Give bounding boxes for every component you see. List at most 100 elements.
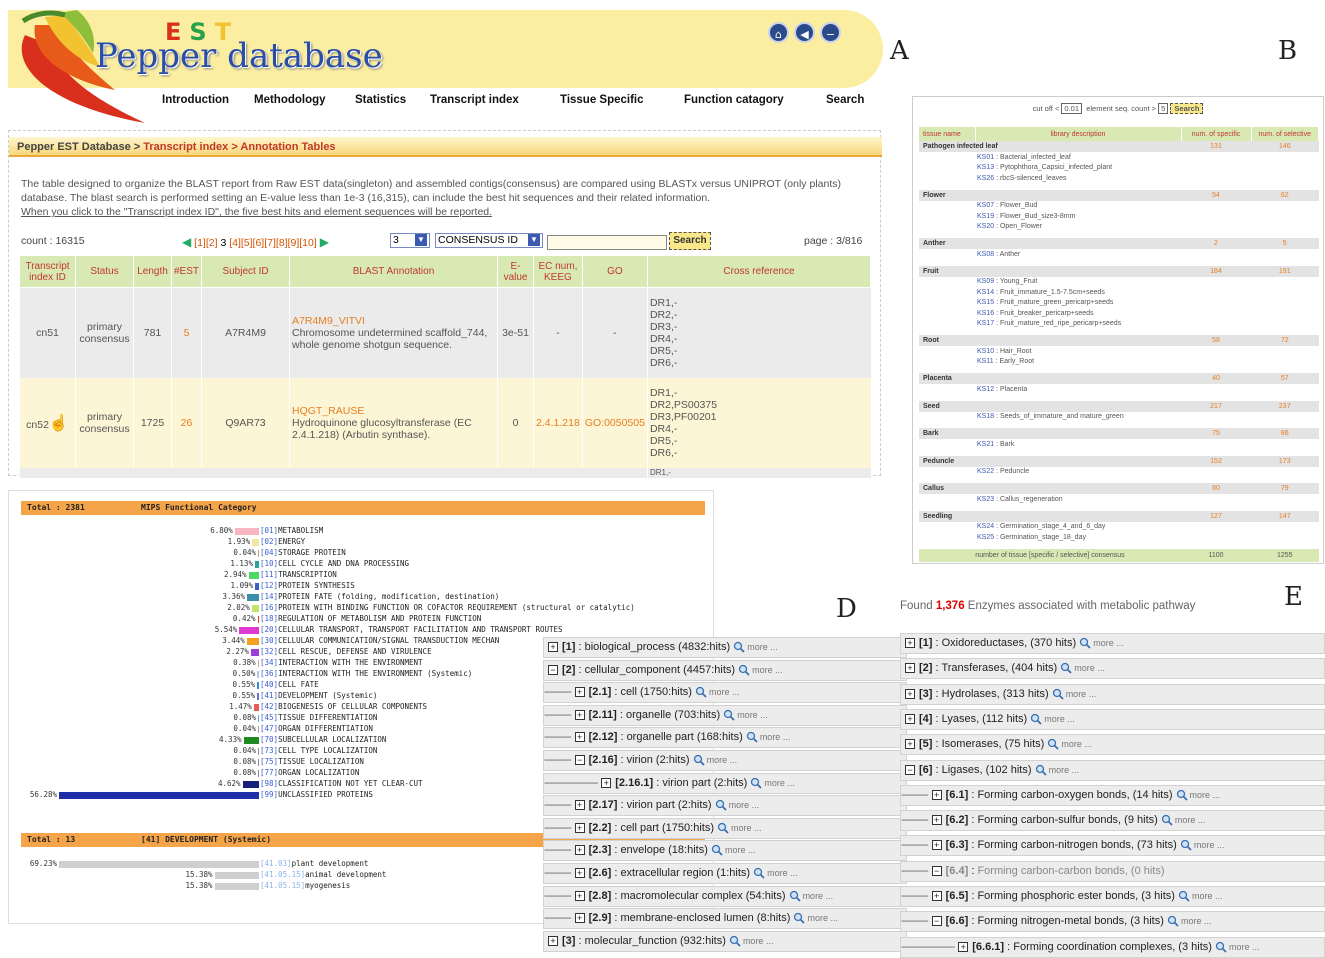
node-label[interactable]: Transferases, (404 hits)	[941, 662, 1057, 674]
expand-icon[interactable]: +	[905, 713, 915, 724]
mips-label[interactable]: [10]CELL CYCLE AND DNA PROCESSING	[260, 559, 409, 568]
est-count-link[interactable]: 5	[170, 287, 202, 378]
page-select[interactable]: 3 ▼	[390, 233, 430, 248]
magnifier-icon[interactable]	[750, 777, 763, 789]
menu-methodology[interactable]: Methodology	[254, 94, 326, 106]
node-label[interactable]: Forming carbon-carbon bonds, (0 hits)	[977, 865, 1164, 877]
mips-label[interactable]: [16]PROTEIN WITH BINDING FUNCTION OR COF…	[260, 603, 635, 612]
col-header[interactable]: Cross reference	[646, 255, 872, 288]
expand-icon[interactable]: +	[574, 913, 585, 924]
magnifier-icon[interactable]	[789, 890, 801, 902]
node-label[interactable]: cellular_component (4457:hits)	[585, 664, 735, 676]
selective-count[interactable]: 191	[1251, 265, 1319, 277]
more-link[interactable]: more ...	[707, 755, 738, 765]
magnifier-icon[interactable]	[715, 799, 727, 811]
magnifier-icon[interactable]	[695, 686, 707, 698]
expand-icon[interactable]: +	[931, 815, 942, 826]
expand-icon[interactable]: +	[574, 709, 585, 720]
breadcrumb-transcript-index[interactable]: Transcript index	[143, 141, 228, 153]
menu-transcript-index[interactable]: Transcript index	[430, 94, 519, 106]
magnifier-icon[interactable]	[1167, 915, 1179, 928]
node-label[interactable]: extracellular region (1:hits)	[620, 867, 750, 879]
expand-icon[interactable]: +	[574, 800, 585, 811]
node-label[interactable]: virion part (2:hits)	[662, 777, 747, 789]
breadcrumb-root[interactable]: Pepper EST Database	[17, 141, 131, 153]
mips-label[interactable]: [02]ENERGY	[260, 537, 305, 546]
selective-count[interactable]: 72	[1251, 335, 1319, 346]
mips-label[interactable]: [01]METABOLISM	[260, 526, 323, 535]
mips-label[interactable]: [18]REGULATION OF METABOLISM AND PROTEIN…	[260, 614, 481, 623]
node-label[interactable]: Forming carbon-oxygen bonds, (14 hits)	[977, 789, 1172, 801]
magnifier-icon[interactable]	[738, 664, 750, 676]
blast-hit-link[interactable]: HQGT_RAUSE	[292, 405, 495, 417]
go-link[interactable]: GO:0050505	[581, 377, 648, 468]
more-link[interactable]: more ...	[1061, 739, 1092, 749]
expand-icon[interactable]: +	[574, 868, 585, 879]
tissue-search-button[interactable]: Search	[1170, 103, 1204, 114]
node-label[interactable]: Forming carbon-sulfur bonds, (9 hits)	[977, 814, 1157, 826]
node-label[interactable]: Forming nitrogen-metal bonds, (3 hits)	[977, 915, 1163, 927]
collapse-icon[interactable]: −	[931, 865, 942, 876]
collapse-icon[interactable]: −	[931, 916, 942, 927]
specific-count[interactable]: 58	[1181, 335, 1251, 346]
more-link[interactable]: more ...	[1229, 942, 1260, 952]
search-input[interactable]	[547, 235, 667, 250]
mips-label[interactable]: [04]STORAGE PROTEIN	[260, 548, 346, 557]
more-link[interactable]: more ...	[1175, 815, 1206, 825]
mips-label[interactable]: [45]TISSUE DIFFERENTIATION	[260, 713, 377, 722]
specific-count[interactable]: 217	[1181, 400, 1251, 412]
more-link[interactable]: more ...	[1049, 765, 1080, 775]
more-link[interactable]: more ...	[764, 778, 795, 788]
magnifier-icon[interactable]	[693, 754, 705, 766]
selective-count[interactable]: 146	[1251, 141, 1319, 152]
specific-count[interactable]: 40	[1181, 373, 1251, 384]
expand-icon[interactable]: +	[574, 822, 585, 833]
selective-count[interactable]: 57	[1251, 373, 1319, 384]
col-header[interactable]: Subject ID	[201, 255, 291, 288]
node-label[interactable]: Forming carbon-nitrogen bonds, (73 hits)	[977, 839, 1176, 851]
mips-label[interactable]: [11]TRANSCRIPTION	[260, 570, 337, 579]
node-label[interactable]: Forming phosphoric ester bonds, (3 hits)	[977, 890, 1174, 902]
menu-function-catagory[interactable]: Function catagory	[684, 94, 784, 106]
mips-label[interactable]: [30]CELLULAR COMMUNICATION/SIGNAL TRANSD…	[260, 636, 499, 645]
col-header[interactable]: Length	[133, 255, 172, 288]
mips-label[interactable]: [14]PROTEIN FATE (folding, modification,…	[260, 592, 499, 601]
element-count-select[interactable]: 5	[1158, 103, 1169, 114]
cutoff-select[interactable]: 0.01	[1061, 103, 1083, 114]
expand-icon[interactable]: +	[574, 687, 585, 698]
more-link[interactable]: more ...	[747, 642, 778, 652]
magnifier-icon[interactable]	[711, 844, 723, 857]
node-label[interactable]: virion part (2:hits)	[627, 799, 712, 811]
mips-label[interactable]: [77]ORGAN LOCALIZATION	[260, 768, 359, 777]
col-header[interactable]: #EST	[170, 255, 203, 288]
node-label[interactable]: virion (2:hits)	[627, 754, 690, 766]
selective-count[interactable]: 79	[1251, 483, 1319, 494]
node-label[interactable]: Isomerases, (75 hits)	[942, 738, 1045, 750]
expand-icon[interactable]: +	[574, 890, 585, 901]
selective-count[interactable]: 62	[1251, 189, 1319, 201]
more-link[interactable]: more ...	[803, 891, 834, 901]
magnifier-icon[interactable]	[1161, 814, 1173, 826]
more-link[interactable]: more ...	[1044, 714, 1075, 724]
magnifier-icon[interactable]	[793, 912, 806, 924]
development-label[interactable]: [41.03]plant development	[260, 859, 368, 868]
node-label[interactable]: cell part (1750:hits)	[620, 822, 714, 834]
mips-label[interactable]: [73]CELL TYPE LOCALIZATION	[260, 746, 377, 755]
node-label[interactable]: envelope (18:hits)	[620, 844, 707, 856]
more-link[interactable]: more ...	[752, 665, 783, 675]
col-header[interactable]: Status	[75, 255, 134, 288]
more-link[interactable]: more ...	[731, 823, 762, 833]
mips-label[interactable]: [98]CLASSIFICATION NOT YET CLEAR-CUT	[260, 779, 423, 788]
node-label[interactable]: macromolecular complex (54:hits)	[620, 890, 785, 902]
menu-search[interactable]: Search	[826, 94, 864, 106]
magnifier-icon[interactable]	[729, 935, 741, 947]
specific-count[interactable]: 131	[1181, 141, 1251, 152]
node-label[interactable]: Hydrolases, (313 hits)	[942, 688, 1049, 700]
mips-label[interactable]: [40]CELL FATE	[260, 680, 319, 689]
specific-count[interactable]: 75	[1181, 428, 1251, 439]
mips-label[interactable]: [42]BIOGENESIS OF CELLULAR COMPONENTS	[260, 702, 427, 711]
more-link[interactable]: more ...	[1093, 638, 1124, 648]
magnifier-icon[interactable]	[1047, 738, 1060, 750]
more-link[interactable]: more ...	[725, 845, 756, 855]
mips-label[interactable]: [99]UNCLASSIFIED PROTEINS	[260, 790, 373, 799]
